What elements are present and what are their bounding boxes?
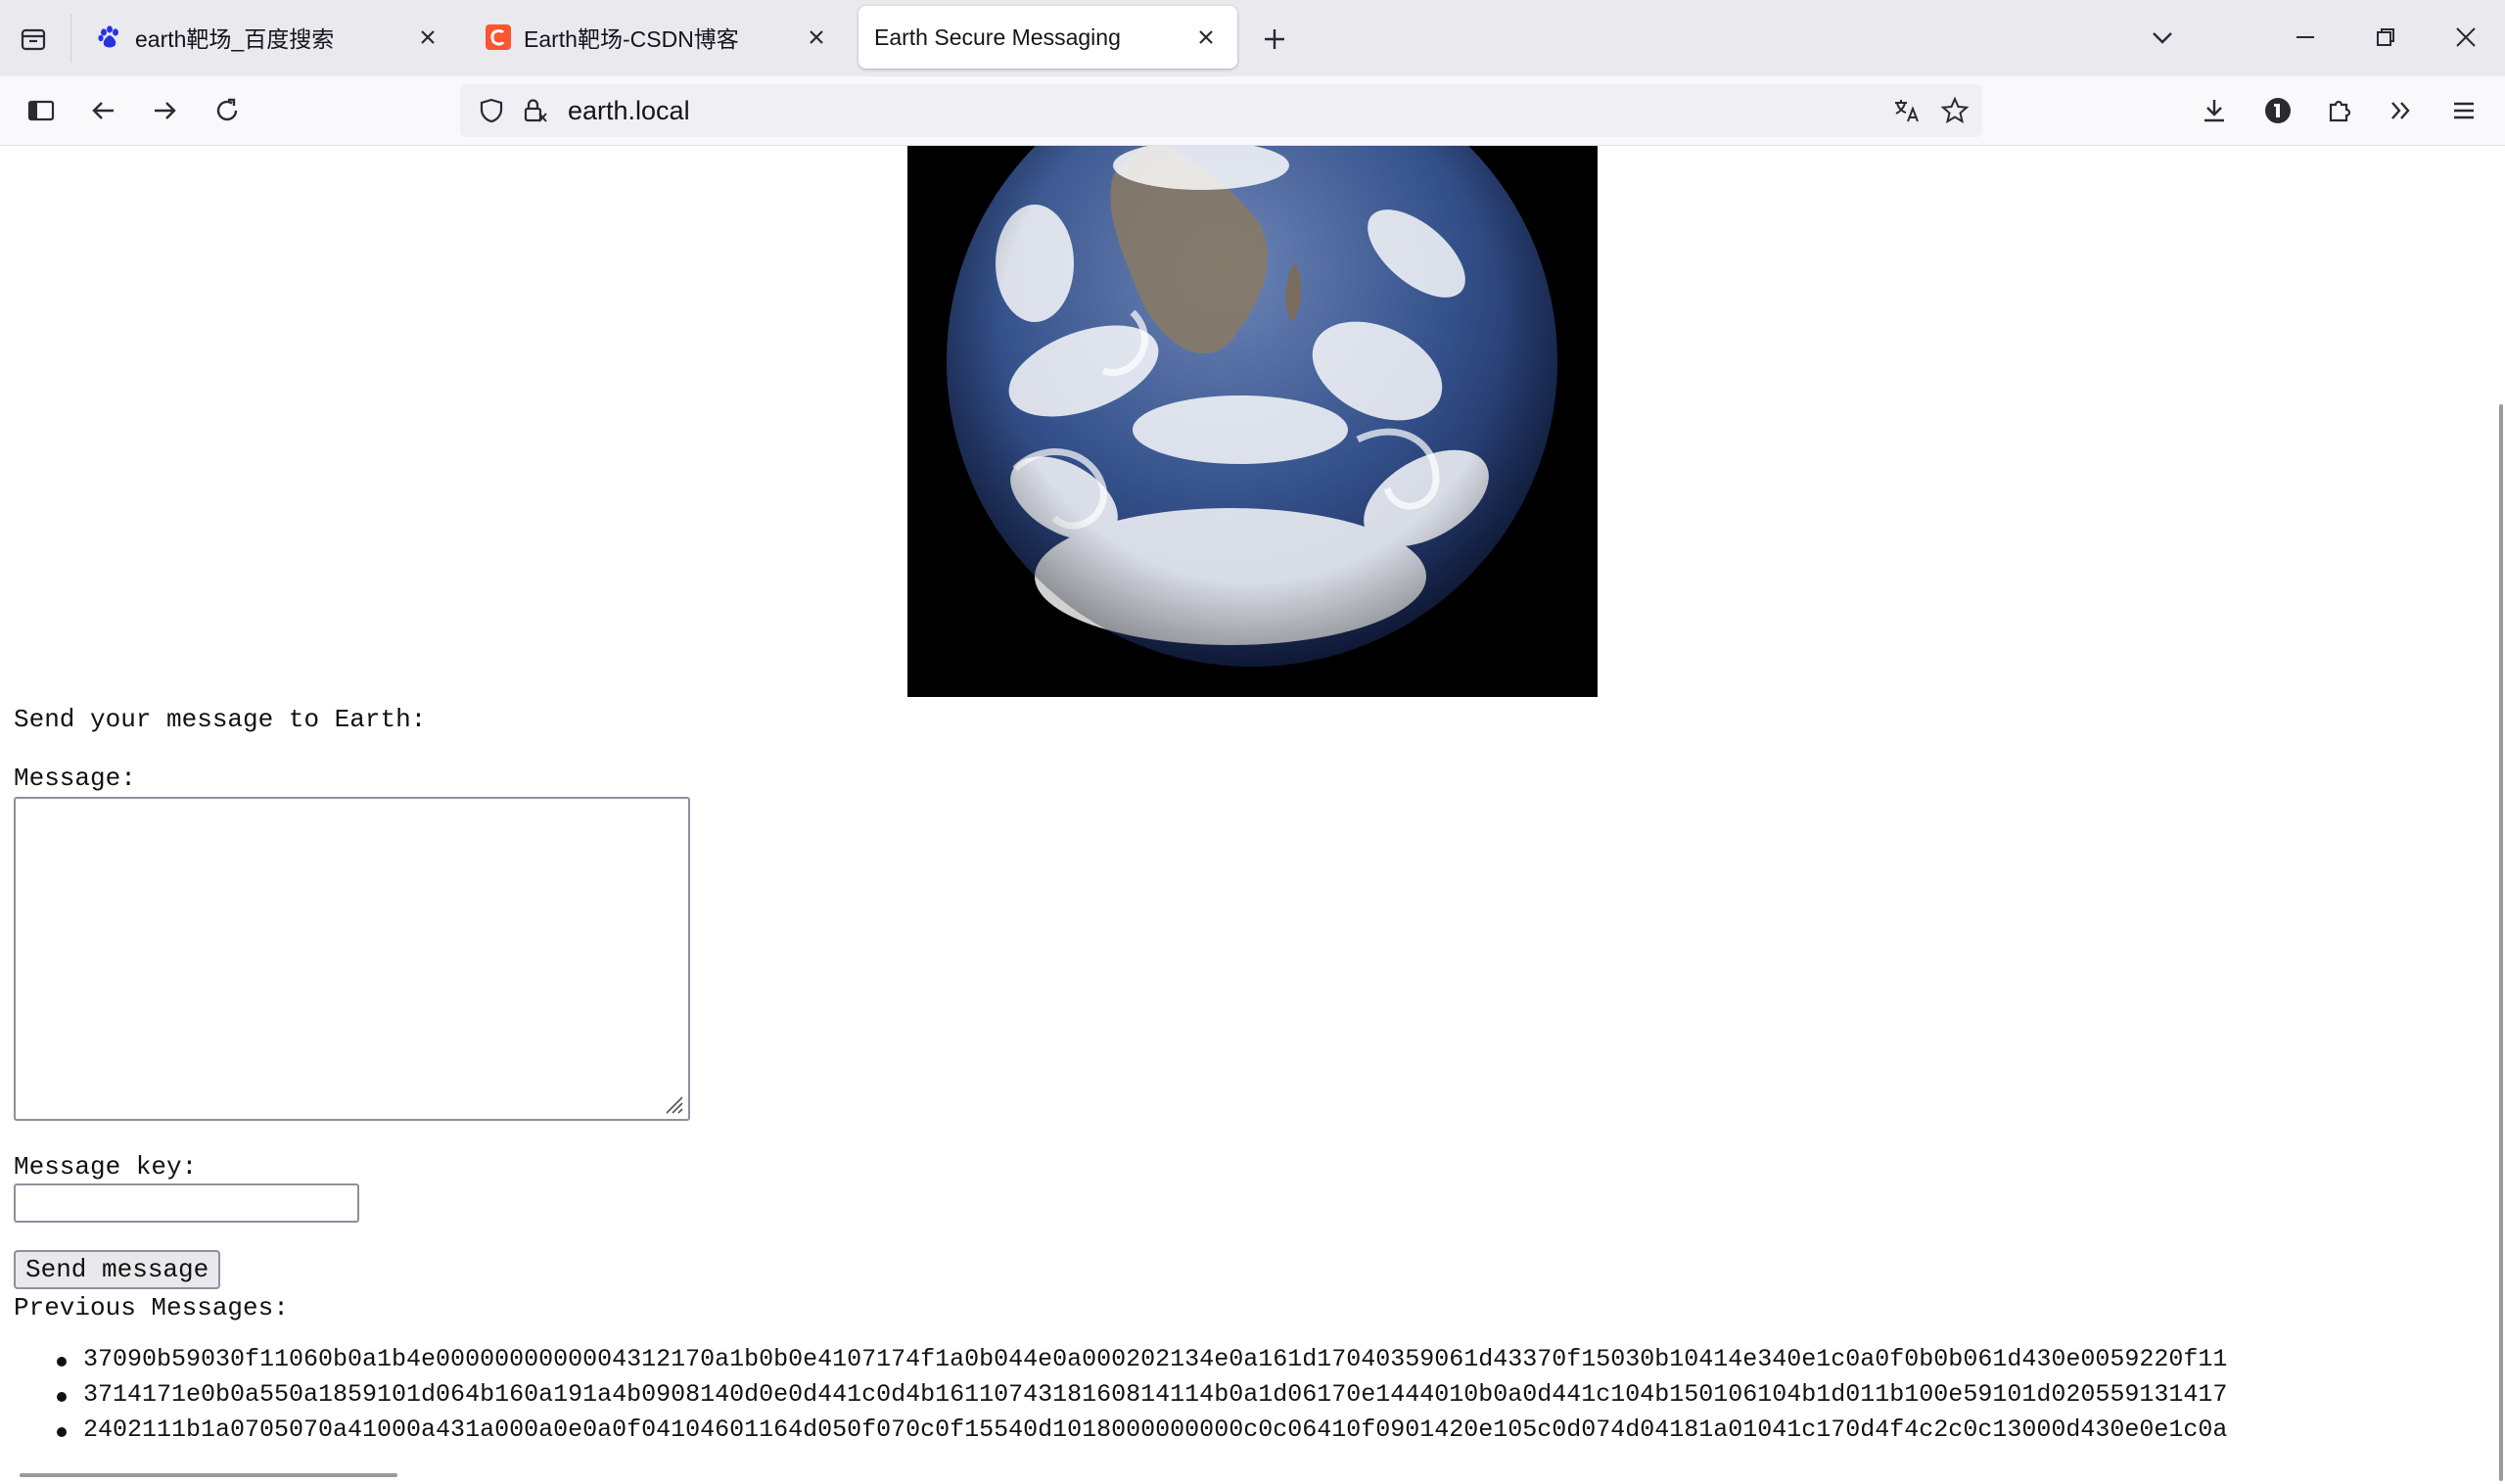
vertical-scrollbar[interactable] xyxy=(2497,146,2505,1484)
tab-separator xyxy=(70,14,71,63)
horizontal-scrollbar-thumb[interactable] xyxy=(20,1473,397,1477)
message-textarea[interactable] xyxy=(14,797,690,1121)
tab-title: earth靶场_百度搜索 xyxy=(135,26,335,52)
sidebar-icon xyxy=(27,100,55,121)
arrow-left-icon xyxy=(92,102,114,119)
tab-list-icon xyxy=(21,28,46,51)
lock-icon[interactable] xyxy=(515,91,554,130)
close-icon xyxy=(2456,27,2476,47)
tab-title: Earth Secure Messaging xyxy=(874,23,1121,50)
send-message-button[interactable]: Send message xyxy=(14,1250,221,1289)
downloads-button[interactable] xyxy=(2193,89,2236,132)
back-button[interactable] xyxy=(82,89,125,132)
hamburger-menu-icon xyxy=(2454,102,2474,119)
arrow-right-icon xyxy=(155,102,176,119)
list-item: 37090b59030f11060b0a1b4e0000000000004312… xyxy=(0,1345,2227,1380)
message-key-label: Message key: xyxy=(14,1152,198,1182)
intro-text: Send your message to Earth: xyxy=(14,705,427,734)
new-tab-button[interactable] xyxy=(1255,20,1294,59)
list-item: 2402111b1a0705070a41000a431a000a0e0a0f04… xyxy=(0,1415,2227,1451)
translate-icon[interactable] xyxy=(1887,91,1926,130)
csdn-logo-icon xyxy=(485,23,512,51)
baidu-paw-icon xyxy=(96,23,123,51)
url-bar[interactable]: earth.local xyxy=(460,84,1982,137)
previous-messages-label: Previous Messages: xyxy=(14,1293,289,1322)
earth-image xyxy=(907,146,1598,697)
tracking-protection-shield-icon[interactable] xyxy=(472,91,511,130)
minimize-button[interactable] xyxy=(2276,10,2335,65)
message-label: Message: xyxy=(14,764,136,793)
restore-icon xyxy=(2377,28,2394,46)
tab-csdn[interactable]: Earth靶场-CSDN博客 xyxy=(471,6,848,69)
tab-earth-secure-messaging[interactable]: Earth Secure Messaging xyxy=(858,6,1237,69)
extensions-button[interactable] xyxy=(2318,89,2361,132)
vertical-scrollbar-thumb[interactable] xyxy=(2499,404,2503,1481)
list-item: 3714171e0b0a550a1859101d064b160a191a4b09… xyxy=(0,1380,2227,1415)
chevron-double-right-icon xyxy=(2391,102,2410,119)
sidebar-toggle-button[interactable] xyxy=(20,89,63,132)
tab-bar: earth靶场_百度搜索 Earth靶场-CSDN博客 Earth Secure… xyxy=(0,0,2505,76)
url-text: earth.local xyxy=(568,96,690,125)
overflow-menu-button[interactable] xyxy=(2380,89,2423,132)
1password-icon xyxy=(2265,98,2291,123)
message-key-input[interactable] xyxy=(14,1183,359,1223)
list-all-tabs-button[interactable] xyxy=(2133,10,2192,65)
chevron-down-icon xyxy=(2153,32,2172,44)
resize-grip-icon[interactable] xyxy=(661,1091,684,1115)
tab-list-button[interactable] xyxy=(14,20,53,59)
tab-baidu[interactable]: earth靶场_百度搜索 xyxy=(82,6,459,69)
app-menu-button[interactable] xyxy=(2442,89,2485,132)
plus-icon xyxy=(1265,29,1284,49)
reload-button[interactable] xyxy=(206,89,249,132)
password-manager-button[interactable] xyxy=(2256,89,2299,132)
navigation-bar: earth.local xyxy=(0,76,2505,146)
puzzle-piece-icon xyxy=(2329,100,2351,122)
close-icon[interactable] xyxy=(1188,20,1224,55)
close-icon[interactable] xyxy=(410,20,445,55)
page-content: Send your message to Earth: Message: Mes… xyxy=(0,146,2505,1484)
close-window-button[interactable] xyxy=(2436,10,2495,65)
bookmark-star-icon[interactable] xyxy=(1935,91,1974,130)
minimize-icon xyxy=(2296,36,2314,38)
reload-icon xyxy=(216,98,238,121)
download-icon xyxy=(2204,100,2224,122)
tab-title: Earth靶场-CSDN博客 xyxy=(524,26,739,52)
previous-messages-list: 37090b59030f11060b0a1b4e0000000000004312… xyxy=(0,1345,2227,1451)
forward-button[interactable] xyxy=(143,89,186,132)
close-icon[interactable] xyxy=(799,20,834,55)
restore-button[interactable] xyxy=(2356,10,2415,65)
